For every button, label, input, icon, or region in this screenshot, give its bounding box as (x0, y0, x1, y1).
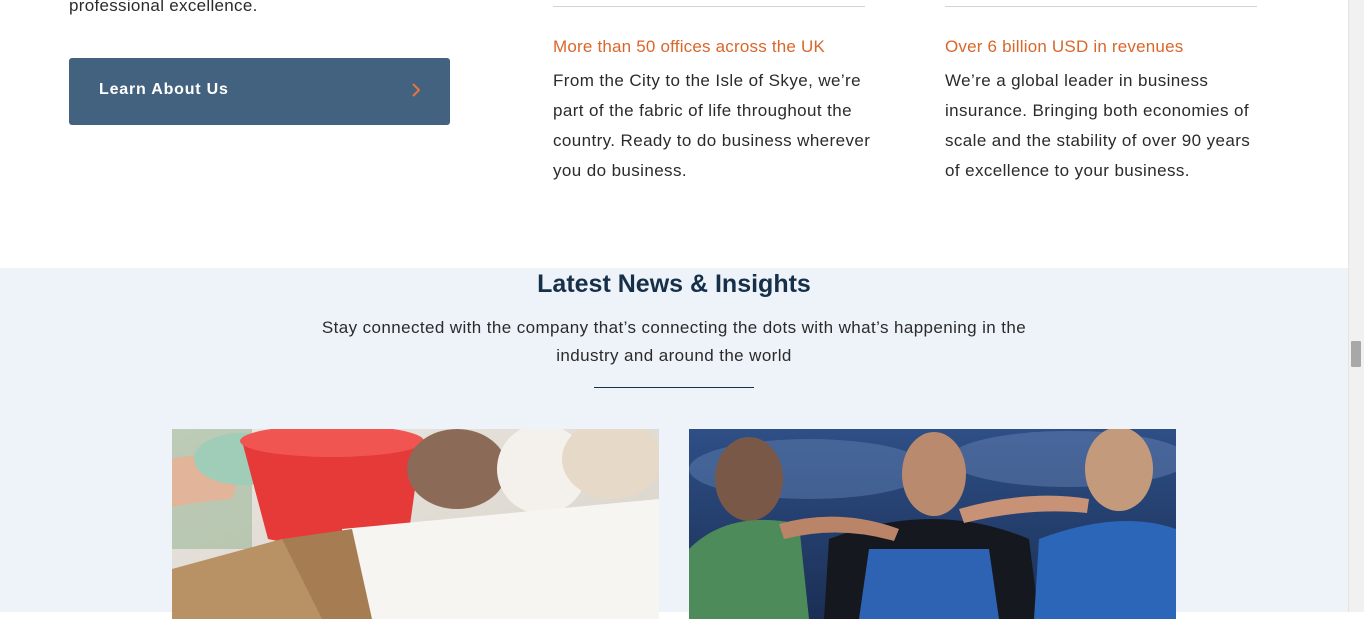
about-section: professional excellence. Learn About Us … (0, 0, 1348, 268)
chevron-right-icon (412, 83, 421, 97)
news-card-image-donation[interactable] (172, 429, 659, 619)
learn-about-us-label: Learn About Us (99, 81, 229, 98)
news-card-image-team[interactable] (689, 429, 1176, 619)
stat-description: We’re a global leader in business insura… (945, 71, 1251, 180)
stat-description: From the City to the Isle of Skye, we’re… (553, 71, 871, 180)
stat-divider (945, 6, 1257, 7)
news-title: Latest News & Insights (537, 270, 811, 298)
stat-heading: More than 50 offices across the UK (553, 37, 826, 56)
scrollbar-thumb[interactable] (1351, 341, 1361, 367)
stat-divider (553, 6, 865, 7)
donation-box-image (172, 429, 659, 619)
stat-heading: Over 6 billion USD in revenues (945, 37, 1184, 56)
vertical-scrollbar[interactable] (1348, 0, 1364, 612)
news-subtitle: Stay connected with the company that’s c… (321, 318, 1027, 365)
intro-text: professional excellence. (69, 0, 258, 15)
news-section: Latest News & Insights Stay connected wi… (0, 268, 1348, 619)
news-divider (594, 387, 754, 388)
team-huddle-image (689, 429, 1176, 619)
page: professional excellence. Learn About Us … (0, 0, 1364, 619)
learn-about-us-button[interactable]: Learn About Us (69, 58, 450, 125)
